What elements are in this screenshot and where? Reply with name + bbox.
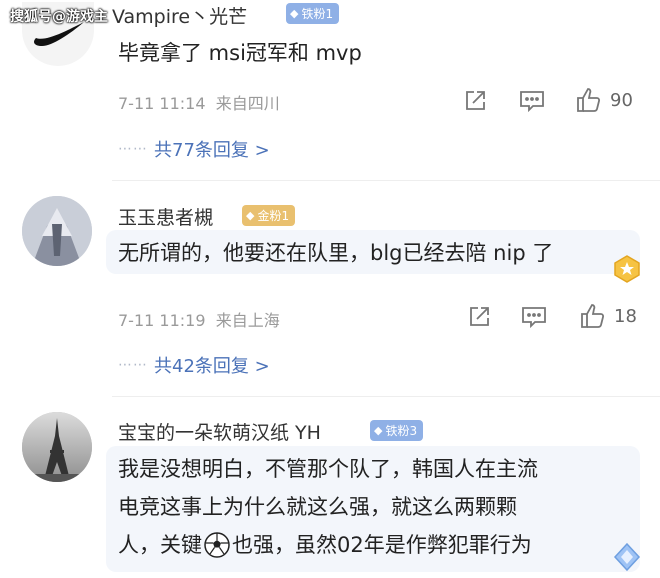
comment-meta: 7-11 11:19 来自上海 [118,307,280,331]
username[interactable]: 玉玉患者槻 [118,203,213,230]
username[interactable]: Vampire丶光芒 [112,2,247,29]
comment-text: 无所谓的，他要还在队里，blg已经去陪 nip 了 [118,241,554,265]
replies-label[interactable]: 共42条回复 > [154,352,270,378]
diamond-icon: ◆ [374,424,383,437]
like-count: 18 [614,306,637,327]
fan-badge: ◆ 铁粉1 [286,3,340,24]
comment-location: 来自上海 [215,311,280,330]
fan-badge: ◆ 铁粉3 [370,420,424,441]
soccer-ball-emoji [204,532,230,558]
thumbs-up-icon[interactable] [574,86,602,114]
view-replies-link[interactable]: ⋯⋯ 共42条回复 > [118,352,270,378]
comment-time: 7-11 11:14 [118,94,206,113]
badge-label: 铁粉3 [385,424,418,438]
username[interactable]: 宝宝的一朵软萌汉纸 YH [118,418,321,445]
comment-meta: 7-11 11:14 来自四川 [118,90,280,114]
comment-time: 7-11 11:19 [118,311,206,330]
comment-text-part: 人，关键 [118,533,202,557]
comment-text: 电竞这事上为什么就这么强，就这么两颗颗 [118,495,517,519]
dots-decoration: ⋯⋯ [118,357,148,373]
avatar[interactable] [22,412,92,482]
divider [112,396,660,397]
comment-text: 我是没想明白，不管那个队了，韩国人在主流 [118,457,538,481]
badge-label: 金粉1 [257,209,290,223]
share-icon[interactable] [466,304,492,330]
share-icon[interactable] [462,88,488,114]
thumbs-up-icon[interactable] [578,302,606,330]
comment-location: 来自四川 [215,94,280,113]
divider [112,180,660,181]
comment-icon[interactable] [520,304,548,330]
comment-text: 人，关键 也强，虽然02年是作弊犯罪行为 [118,528,532,562]
comment-text-part: 也强，虽然02年是作弊犯罪行为 [232,533,532,557]
like-count: 90 [610,90,633,111]
fan-badge: ◆ 金粉1 [242,205,296,226]
comment-text: 毕竟拿了 msi冠军和 mvp [118,41,362,65]
star-sticker-icon [612,254,642,284]
diamond-icon: ◆ [290,7,299,20]
diamond-icon: ◆ [246,209,255,222]
comment-icon[interactable] [518,88,546,114]
avatar[interactable] [22,196,92,266]
view-replies-link[interactable]: ⋯⋯ 共77条回复 > [118,136,270,162]
replies-label[interactable]: 共77条回复 > [154,136,270,162]
badge-label: 铁粉1 [301,7,334,21]
watermark: 搜狐号@游戏主 [10,9,108,25]
diamond-sticker-icon [612,542,642,572]
dots-decoration: ⋯⋯ [118,141,148,157]
